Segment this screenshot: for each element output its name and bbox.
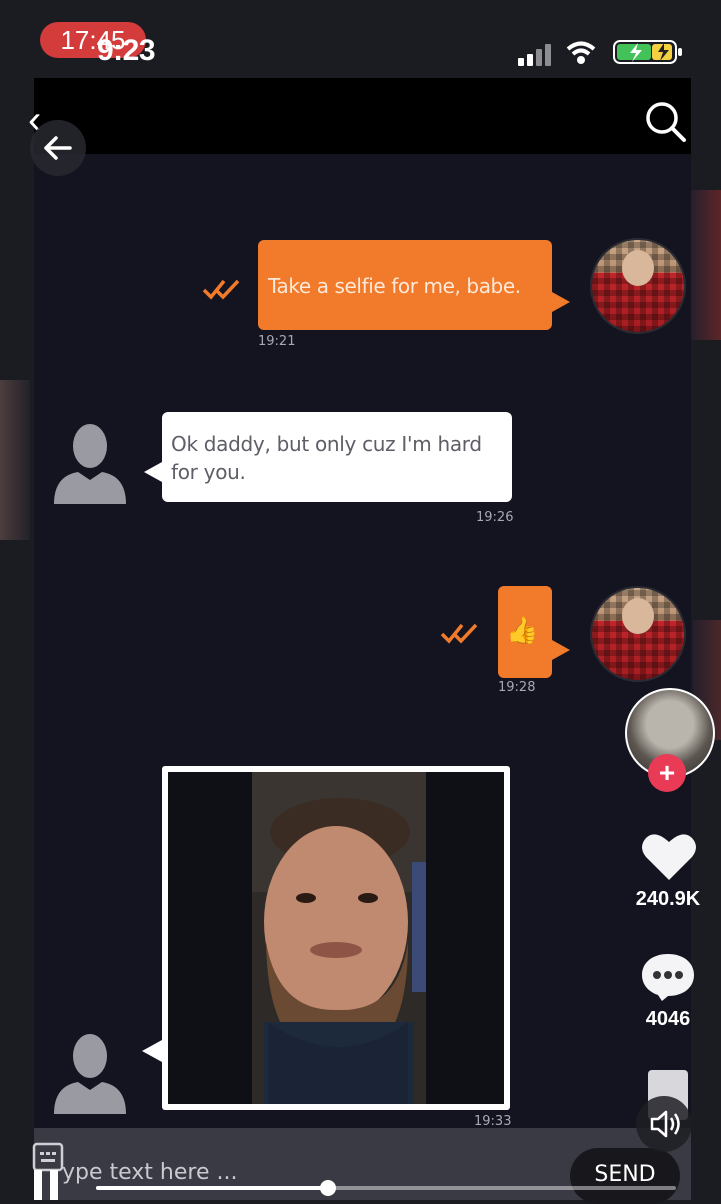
- double-check-icon: [202, 279, 240, 300]
- plus-icon: +: [658, 757, 676, 788]
- message-text-line1: Ok daddy, but only cuz I'm hard: [171, 432, 482, 456]
- bubble-tail: [552, 640, 570, 660]
- double-check-icon: [440, 623, 478, 644]
- cellular-signal-icon: [518, 44, 554, 66]
- pause-icon[interactable]: [30, 1170, 66, 1200]
- avatar[interactable]: [590, 586, 686, 682]
- selfie-photo[interactable]: [168, 772, 504, 1104]
- speaker-icon: [650, 1110, 680, 1138]
- bubble-tail: [144, 462, 162, 482]
- blurred-video-edge-left: [0, 380, 30, 540]
- bubble-tail: [552, 292, 570, 312]
- bubble-tail: [142, 1040, 162, 1062]
- battery-icon: [613, 40, 682, 64]
- back-button[interactable]: [30, 120, 86, 176]
- message-bubble-sent[interactable]: 👍: [498, 586, 552, 678]
- wifi-icon: [566, 41, 596, 64]
- selfie-image: [252, 772, 426, 1104]
- status-clock: 9:23: [97, 34, 156, 67]
- message-time: 19:28: [498, 680, 536, 695]
- heart-icon[interactable]: [640, 830, 698, 882]
- comment-count: 4046: [645, 1008, 691, 1030]
- chat-header: [34, 78, 691, 154]
- message-text-line2: for you.: [171, 460, 246, 484]
- message-time: 19:26: [476, 510, 514, 525]
- comment-icon[interactable]: [640, 950, 696, 1002]
- send-button-label: SEND: [594, 1162, 656, 1187]
- message-bubble-sent[interactable]: Take a selfie for me, babe.: [258, 240, 552, 330]
- video-progress-fill: [96, 1186, 328, 1190]
- default-avatar-icon[interactable]: [50, 1024, 130, 1114]
- search-icon[interactable]: [642, 98, 688, 144]
- like-count: 240.9K: [635, 888, 701, 910]
- message-time: 19:33: [474, 1114, 512, 1129]
- blurred-video-edge-right: [691, 190, 721, 340]
- message-input[interactable]: ype text here ...: [62, 1160, 237, 1185]
- message-bubble-received[interactable]: Ok daddy, but only cuz I'm hard for you.: [162, 412, 512, 502]
- thumbs-up-emoji: 👍: [506, 616, 539, 646]
- video-progress-handle[interactable]: [320, 1180, 336, 1196]
- message-time: 19:21: [258, 334, 296, 349]
- default-avatar-icon[interactable]: [50, 414, 130, 504]
- back-arrow-icon: [44, 136, 72, 160]
- message-text: Take a selfie for me, babe.: [268, 274, 521, 298]
- mute-button[interactable]: [636, 1096, 692, 1152]
- avatar[interactable]: [590, 238, 686, 334]
